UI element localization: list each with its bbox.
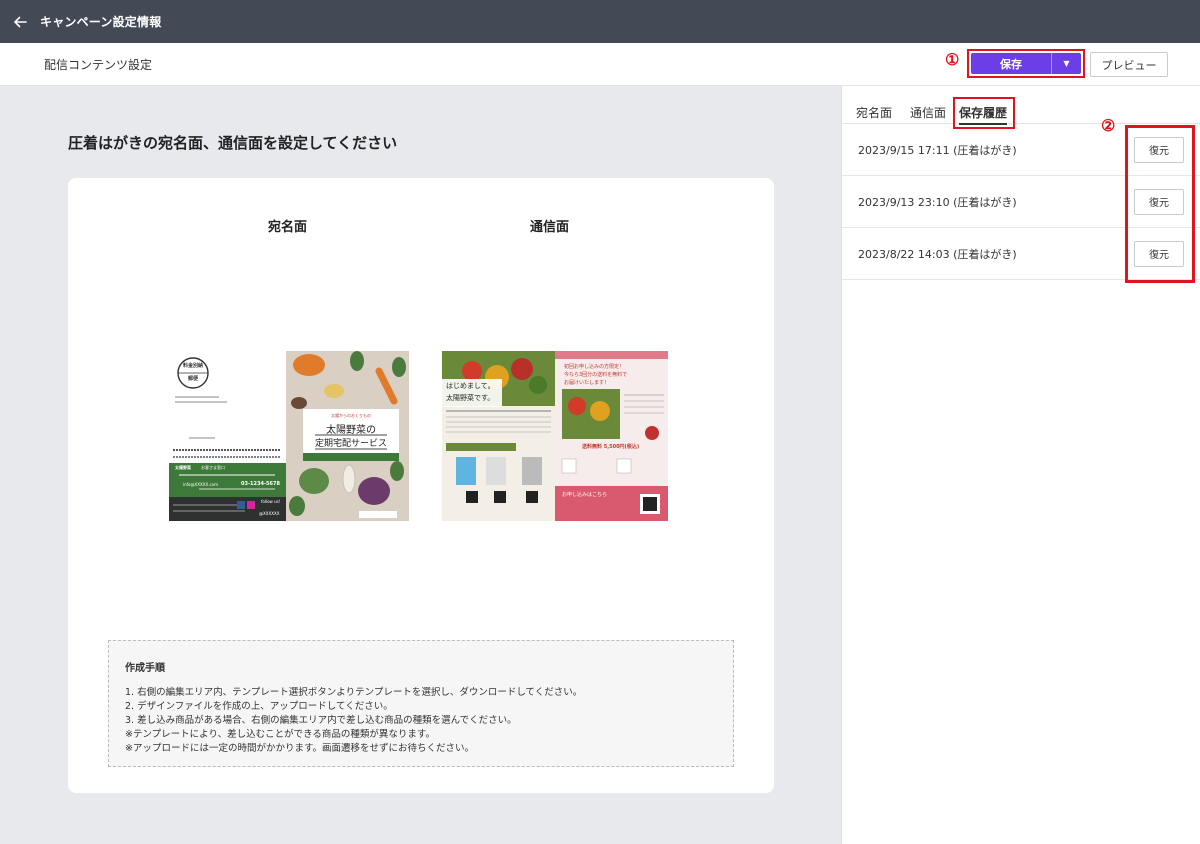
campaign-text-2: 今なら3回分の送料を無料で (564, 372, 628, 378)
follow-text: follow us! (261, 499, 281, 504)
save-button[interactable]: 保存 (971, 53, 1051, 74)
contact-phone: 03-1234-5678 (241, 481, 280, 487)
panel-tabs: 宛名面 通信面 保存履歴 (842, 86, 1200, 129)
contact-email: info@XXXXX.com (183, 482, 219, 487)
main-heading: 圧着はがきの宛名面、通信面を設定してください (68, 134, 398, 152)
history-label: 2023/9/13 23:10 (圧着はがき) (858, 195, 1017, 209)
save-dropdown-caret-icon[interactable]: ▼ (1051, 53, 1081, 74)
restore-annotation-frame (1125, 125, 1195, 283)
instruction-line: ※アップロードには一定の時間がかかります。画面遷移をせずにお待ちください。 (125, 743, 475, 754)
preview-card: 宛名面 通信面 料金別納 郵便 太陽野菜 お客さま窓口 info@XXXXX.c… (68, 178, 774, 793)
cta-text: お申し込みはこちら (562, 492, 608, 498)
save-split-button: 保存 ▼ (971, 53, 1081, 74)
annotation-number-2: ② (1101, 116, 1116, 135)
instructions-box: 作成手順 1. 右側の編集エリア内、テンプレート選択ボタンよりテンプレートを選択… (108, 640, 734, 767)
instruction-line: 2. デザインファイルを作成の上、アップロードしてください。 (125, 701, 393, 712)
company-name: 太陽野菜 (175, 465, 191, 470)
save-annotation-frame: 保存 ▼ (967, 49, 1085, 78)
instruction-line: ※テンプレートにより、差し込むことができる商品の種類が異なります。 (125, 729, 435, 740)
page-title: 配信コンテンツ設定 (44, 57, 153, 72)
annotation-number-1: ① (945, 50, 960, 69)
headline-small: 太陽からのおくりもの (331, 413, 371, 418)
tab-message-side[interactable]: 通信面 (910, 104, 946, 121)
stamp-text-2: 郵便 (187, 376, 198, 382)
back-arrow-icon[interactable] (0, 0, 40, 43)
history-label: 2023/8/22 14:03 (圧着はがき) (858, 247, 1017, 261)
stamp-text-1: 料金別納 (182, 363, 203, 369)
sns-id: @XXXXXX (259, 511, 280, 516)
tab-address-side[interactable]: 宛名面 (856, 104, 892, 121)
headline-line-1: 太陽野菜の (326, 425, 376, 436)
message-side-label: 通信面 (530, 220, 570, 235)
instruction-line: 1. 右側の編集エリア内、テンプレート選択ボタンよりテンプレートを選択し、ダウン… (125, 687, 583, 698)
hero-line-1: はじめまして。 (446, 382, 495, 390)
address-side-image: 料金別納 郵便 太陽野菜 お客さま窓口 info@XXXXX.com 03-12… (169, 351, 409, 521)
history-label: 2023/9/15 17:11 (圧着はがき) (858, 143, 1017, 157)
price-text: 送料無料 5,500円(税込) (582, 444, 640, 450)
app-title: キャンペーン設定情報 (40, 15, 162, 29)
company-suffix: お客さま窓口 (201, 465, 225, 470)
campaign-text-1: 初回お申し込みの方限定！ (564, 364, 625, 370)
top-bar: キャンペーン設定情報 (0, 0, 1200, 43)
headline-line-2: 定期宅配サービス (314, 439, 387, 449)
campaign-text-3: お届けいたします！ (564, 380, 610, 386)
hero-line-2: 太陽野菜です。 (446, 394, 495, 402)
instructions-title: 作成手順 (125, 663, 165, 674)
message-side-image: はじめまして。 太陽野菜です。 初回お申し込みの方限定！ 今なら3回分の送料を無… (442, 351, 668, 521)
address-side-label: 宛名面 (268, 220, 308, 235)
preview-button[interactable]: プレビュー (1090, 52, 1168, 77)
message-side-artwork (442, 351, 668, 521)
instruction-line: 3. 差し込み商品がある場合、右側の編集エリア内で差し込む商品の種類を選んでくだ… (125, 715, 517, 726)
